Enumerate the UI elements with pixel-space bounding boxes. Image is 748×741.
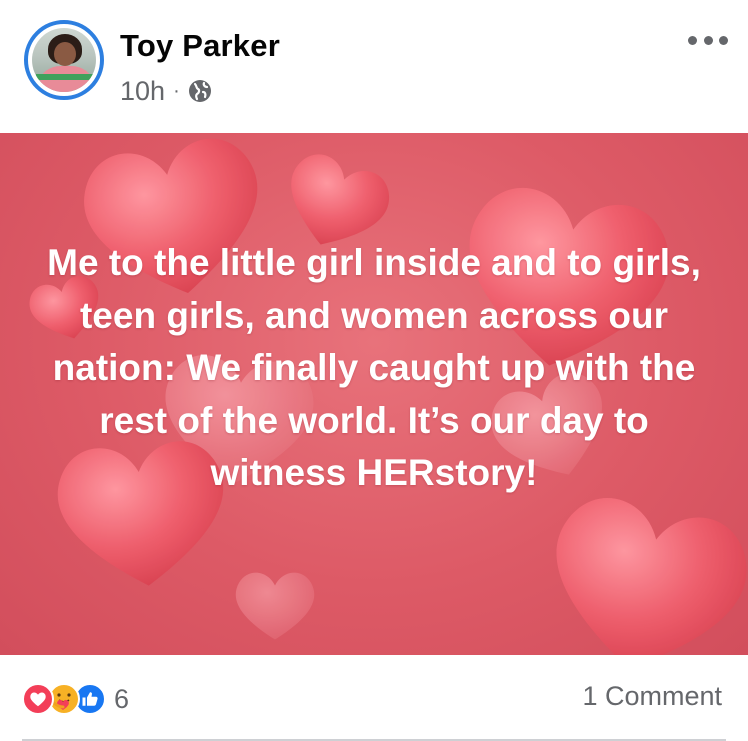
- profile-avatar[interactable]: [24, 20, 104, 100]
- reactions-summary[interactable]: 6: [22, 681, 129, 717]
- avatar-photo: [32, 28, 96, 92]
- love-icon: [22, 683, 54, 715]
- comment-count-link[interactable]: 1 Comment: [582, 681, 722, 712]
- reaction-count[interactable]: 6: [114, 684, 129, 715]
- more-options-icon[interactable]: [688, 30, 728, 50]
- post-footer: 6 1 Comment: [0, 655, 748, 741]
- meta-separator: ·: [173, 79, 180, 102]
- author-name[interactable]: Toy Parker: [120, 28, 280, 64]
- post-image-text: Me to the little girl inside and to girl…: [47, 242, 701, 493]
- post-image[interactable]: Me to the little girl inside and to girl…: [0, 133, 748, 655]
- heart-shape: [556, 498, 747, 655]
- heart-shape: [235, 572, 315, 640]
- post-timestamp[interactable]: 10h: [120, 76, 165, 107]
- post-meta: 10h ·: [120, 76, 212, 106]
- globe-icon[interactable]: [188, 79, 212, 103]
- post-header: Toy Parker 10h ·: [0, 0, 748, 133]
